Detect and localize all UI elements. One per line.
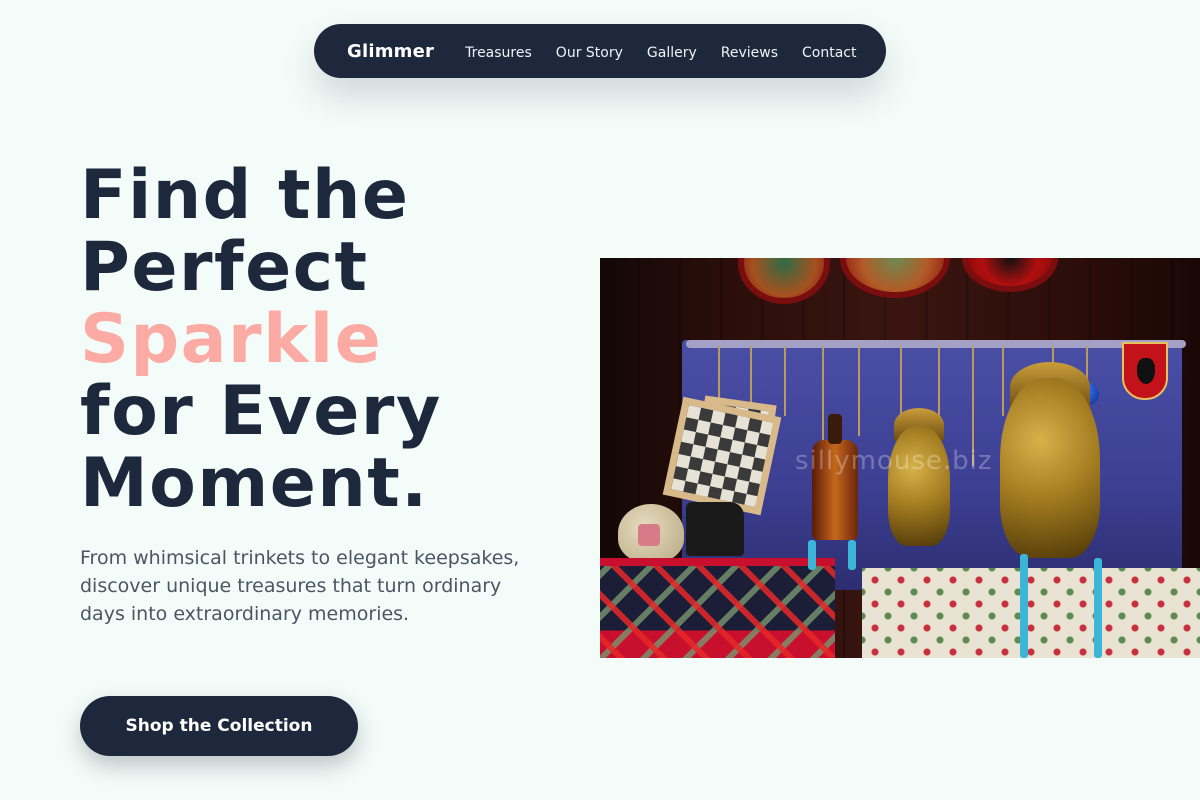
nav-link-reviews[interactable]: Reviews bbox=[721, 45, 778, 61]
chess-board bbox=[662, 396, 782, 516]
clothes-pin bbox=[1094, 558, 1102, 658]
hero-title-accent: Sparkle bbox=[80, 300, 383, 379]
eagle-flag-icon bbox=[1122, 342, 1168, 400]
image-watermark: sillymouse.biz bbox=[795, 446, 993, 476]
woven-textile bbox=[600, 558, 835, 658]
hero-title-line: Perfect bbox=[80, 228, 369, 307]
necklace-strand bbox=[784, 346, 786, 416]
bronze-bust bbox=[888, 426, 950, 546]
necklace-strand bbox=[858, 346, 860, 436]
clothes-pin bbox=[848, 540, 856, 570]
shop-collection-button[interactable]: Shop the Collection bbox=[80, 696, 358, 756]
hero-title-line: for Every bbox=[80, 372, 442, 451]
nav-link-treasures[interactable]: Treasures bbox=[465, 45, 532, 61]
nav-links: Treasures Our Story Gallery Reviews Cont… bbox=[465, 42, 856, 61]
hero-title: Find the Perfect Sparkle for Every Momen… bbox=[80, 160, 580, 520]
bronze-bust bbox=[1000, 378, 1100, 558]
hero-image: sillymouse.biz bbox=[600, 258, 1200, 658]
embroidered-lace bbox=[862, 568, 1200, 658]
necklace-strand bbox=[822, 346, 824, 446]
hanging-rod bbox=[686, 340, 1186, 348]
hero-subtitle: From whimsical trinkets to elegant keeps… bbox=[80, 547, 520, 625]
top-navigation: Glimmer Treasures Our Story Gallery Revi… bbox=[314, 24, 886, 78]
brand-logo[interactable]: Glimmer bbox=[347, 41, 434, 62]
nav-link-gallery[interactable]: Gallery bbox=[647, 45, 697, 61]
painted-stone bbox=[618, 504, 684, 562]
souvenir-pistol bbox=[686, 502, 744, 556]
hero-title-line: Moment. bbox=[80, 444, 429, 523]
nav-link-contact[interactable]: Contact bbox=[802, 45, 856, 61]
clothes-pin bbox=[808, 540, 816, 570]
nav-link-our-story[interactable]: Our Story bbox=[556, 45, 623, 61]
clothes-pin bbox=[1020, 554, 1028, 658]
necklace-strand bbox=[1002, 346, 1004, 416]
hero-title-line: Find the bbox=[80, 156, 410, 235]
